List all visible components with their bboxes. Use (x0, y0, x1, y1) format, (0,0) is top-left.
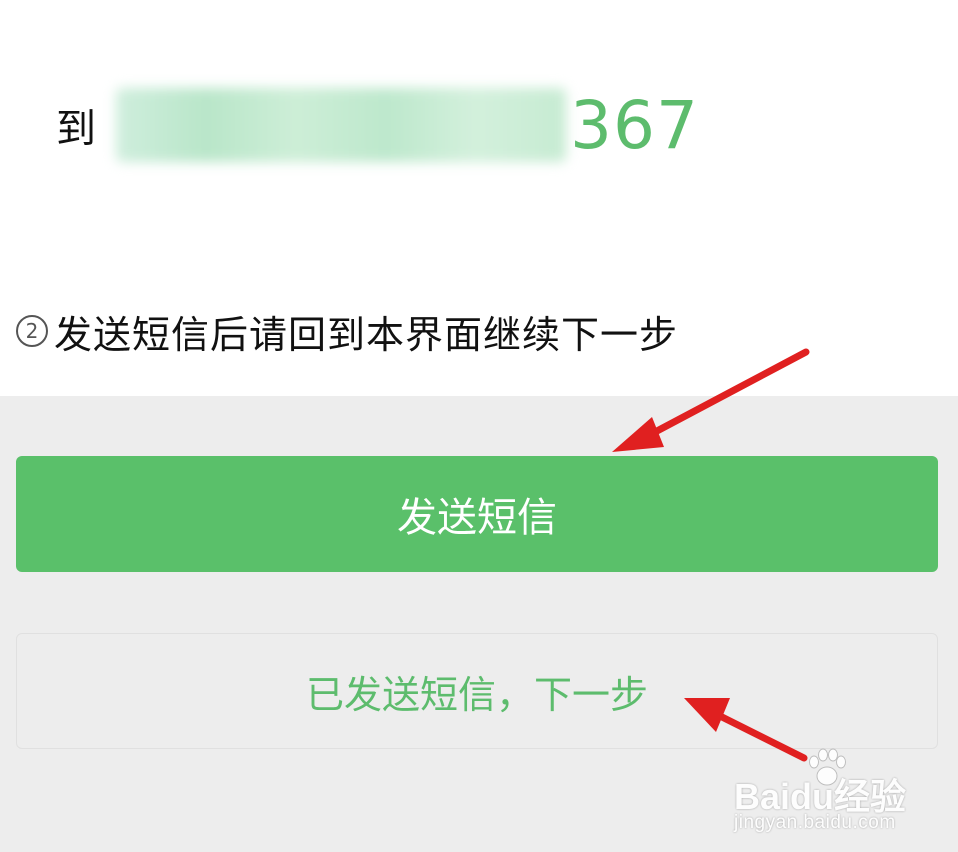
send-sms-button-label: 发送短信 (397, 495, 557, 541)
step-text: 发送短信后请回到本界面继续下一步 (54, 312, 679, 357)
step-instruction: 2 发送短信后请回到本界面继续下一步 (16, 306, 679, 357)
step-number-badge: 2 (16, 315, 48, 347)
sent-next-step-button-label: 已发送短信，下一步 (305, 672, 648, 717)
info-panel: 到 367 2 发送短信后请回到本界面继续下一步 (0, 0, 958, 396)
blurred-number (116, 88, 566, 162)
sms-verification-page: 到 367 2 发送短信后请回到本界面继续下一步 发送短信 已发送短信，下一步 (0, 0, 958, 852)
sent-next-step-button[interactable]: 已发送短信，下一步 (16, 633, 938, 749)
send-sms-button[interactable]: 发送短信 (16, 456, 938, 572)
watermark-url: jingyan.baidu.com (734, 812, 896, 833)
recipient-number-suffix: 367 (570, 86, 699, 164)
baidu-watermark: Baidu经验 jingyan.baidu.com (730, 748, 920, 838)
recipient-row: 到 367 (56, 80, 699, 170)
recipient-label: 到 (56, 106, 96, 152)
